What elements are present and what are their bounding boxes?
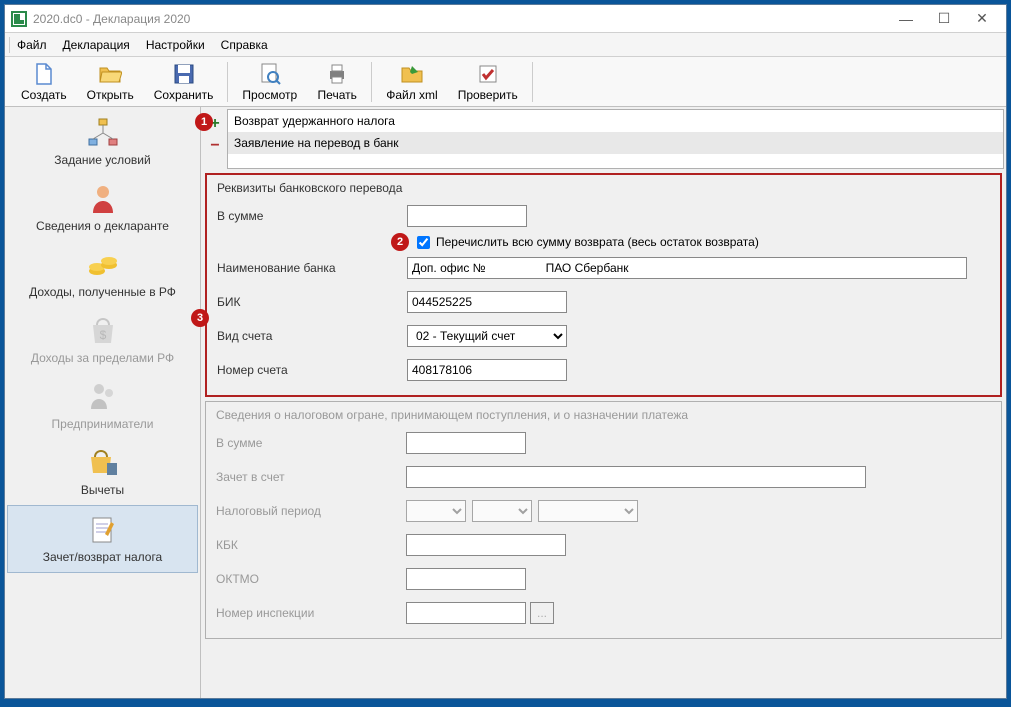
sidebar-label: Доходы, полученные в РФ (29, 285, 176, 299)
sidebar-item-conditions[interactable]: Задание условий (7, 109, 198, 175)
sidebar-item-refund[interactable]: Зачет/возврат налога (7, 505, 198, 573)
full-refund-checkbox[interactable] (417, 236, 430, 249)
toolbar-xml[interactable]: Файл xml (376, 60, 448, 104)
toolbar-open-label: Открыть (87, 88, 134, 102)
sidebar-label: Задание условий (54, 153, 150, 167)
sidebar-label: Вычеты (81, 483, 124, 497)
list-row[interactable]: Заявление на перевод в банк (228, 132, 1003, 154)
bik-input[interactable] (407, 291, 567, 313)
toolbar-open[interactable]: Открыть (77, 60, 144, 104)
kbk-label: КБК (216, 538, 406, 552)
credit-input (406, 466, 866, 488)
oktmo-label: ОКТМО (216, 572, 406, 586)
toolbar-save[interactable]: Сохранить (144, 60, 224, 104)
bank-details-fieldset: Реквизиты банковского перевода В сумме 2… (205, 173, 1002, 397)
marker-3: 3 (191, 309, 209, 327)
toolbar-preview-label: Просмотр (242, 88, 297, 102)
period-select-2 (472, 500, 532, 522)
preview-icon (258, 62, 282, 86)
toolbar-separator (371, 62, 372, 102)
sidebar: Задание условий Сведения о декларанте До… (5, 107, 201, 698)
menu-file[interactable]: Файл (9, 35, 55, 55)
conditions-icon (87, 117, 119, 149)
sidebar-item-declarant[interactable]: Сведения о декларанте (7, 175, 198, 241)
insp-label: Номер инспекции (216, 606, 406, 620)
insp-browse-button: ... (530, 602, 554, 624)
refund-list[interactable]: Возврат удержанного налога Заявление на … (227, 109, 1004, 169)
kbk-input (406, 534, 566, 556)
toolbar-new-label: Создать (21, 88, 67, 102)
toolbar-save-label: Сохранить (154, 88, 214, 102)
period-select-3 (538, 500, 638, 522)
toolbar-print-label: Печать (318, 88, 357, 102)
tax-authority-title: Сведения о налоговом огране, принимающем… (216, 408, 991, 422)
tax-sum-label: В сумме (216, 436, 406, 450)
remove-button[interactable]: − (206, 137, 224, 155)
toolbar-separator (532, 62, 533, 102)
bank-name-input[interactable] (407, 257, 967, 279)
menu-settings[interactable]: Настройки (138, 35, 213, 55)
sidebar-item-entrepreneurs: Предприниматели (7, 373, 198, 439)
toolbar-check[interactable]: Проверить (448, 60, 528, 104)
bik-label: БИК (217, 295, 407, 309)
period-select-1 (406, 500, 466, 522)
sidebar-label: Зачет/возврат налога (43, 550, 162, 564)
title-bar: 2020.dc0 - Декларация 2020 — ☐ ✕ (5, 5, 1006, 33)
business-icon (87, 381, 119, 413)
sidebar-item-income-abroad: $ Доходы за пределами РФ (7, 307, 198, 373)
menu-declaration[interactable]: Декларация (55, 35, 138, 55)
sidebar-item-deductions[interactable]: Вычеты (7, 439, 198, 505)
toolbar-new[interactable]: Создать (11, 60, 77, 104)
app-icon (11, 11, 27, 27)
svg-text:$: $ (99, 328, 106, 342)
tax-authority-fieldset: Сведения о налоговом огране, принимающем… (205, 401, 1002, 639)
toolbar-preview[interactable]: Просмотр (232, 60, 307, 104)
marker-2: 2 (391, 233, 409, 251)
person-icon (87, 183, 119, 215)
tax-sum-input (406, 432, 526, 454)
oktmo-input (406, 568, 526, 590)
refund-icon (87, 514, 119, 546)
print-icon (325, 62, 349, 86)
sum-label: В сумме (217, 209, 407, 223)
save-icon (172, 62, 196, 86)
xml-icon (400, 62, 424, 86)
sidebar-label: Доходы за пределами РФ (31, 351, 174, 365)
toolbar-print[interactable]: Печать (307, 60, 367, 104)
toolbar-xml-label: Файл xml (386, 88, 438, 102)
coins-icon (87, 249, 119, 281)
full-refund-label: Перечислить всю сумму возврата (весь ост… (436, 235, 759, 249)
period-label: Налоговый период (216, 504, 406, 518)
sidebar-item-income-rf[interactable]: Доходы, полученные в РФ (7, 241, 198, 307)
file-new-icon (32, 62, 56, 86)
acct-type-select[interactable]: 02 - Текущий счет (407, 325, 567, 347)
bag-icon: $ (87, 315, 119, 347)
sidebar-label: Предприниматели (52, 417, 154, 431)
bank-details-title: Реквизиты банковского перевода (217, 181, 990, 195)
acct-type-label: Вид счета (217, 329, 407, 343)
toolbar-separator (227, 62, 228, 102)
window-title: 2020.dc0 - Декларация 2020 (33, 12, 888, 26)
maximize-button[interactable]: ☐ (926, 7, 962, 31)
minimize-button[interactable]: — (888, 7, 924, 31)
marker-1: 1 (195, 113, 213, 131)
acct-num-label: Номер счета (217, 363, 407, 377)
credit-label: Зачет в счет (216, 470, 406, 484)
bank-name-label: Наименование банка (217, 261, 407, 275)
folder-open-icon (98, 62, 122, 86)
main-content: 1 + − Возврат удержанного налога Заявлен… (201, 107, 1006, 698)
check-icon (476, 62, 500, 86)
menu-bar: Файл Декларация Настройки Справка (5, 33, 1006, 57)
menu-help[interactable]: Справка (213, 35, 276, 55)
deductions-icon (87, 447, 119, 479)
list-row[interactable]: Возврат удержанного налога (228, 110, 1003, 132)
acct-num-input[interactable] (407, 359, 567, 381)
insp-input (406, 602, 526, 624)
sum-input[interactable] (407, 205, 527, 227)
toolbar: Создать Открыть Сохранить Просмотр Печат… (5, 57, 1006, 107)
close-button[interactable]: ✕ (964, 7, 1000, 31)
sidebar-label: Сведения о декларанте (36, 219, 169, 233)
toolbar-check-label: Проверить (458, 88, 518, 102)
